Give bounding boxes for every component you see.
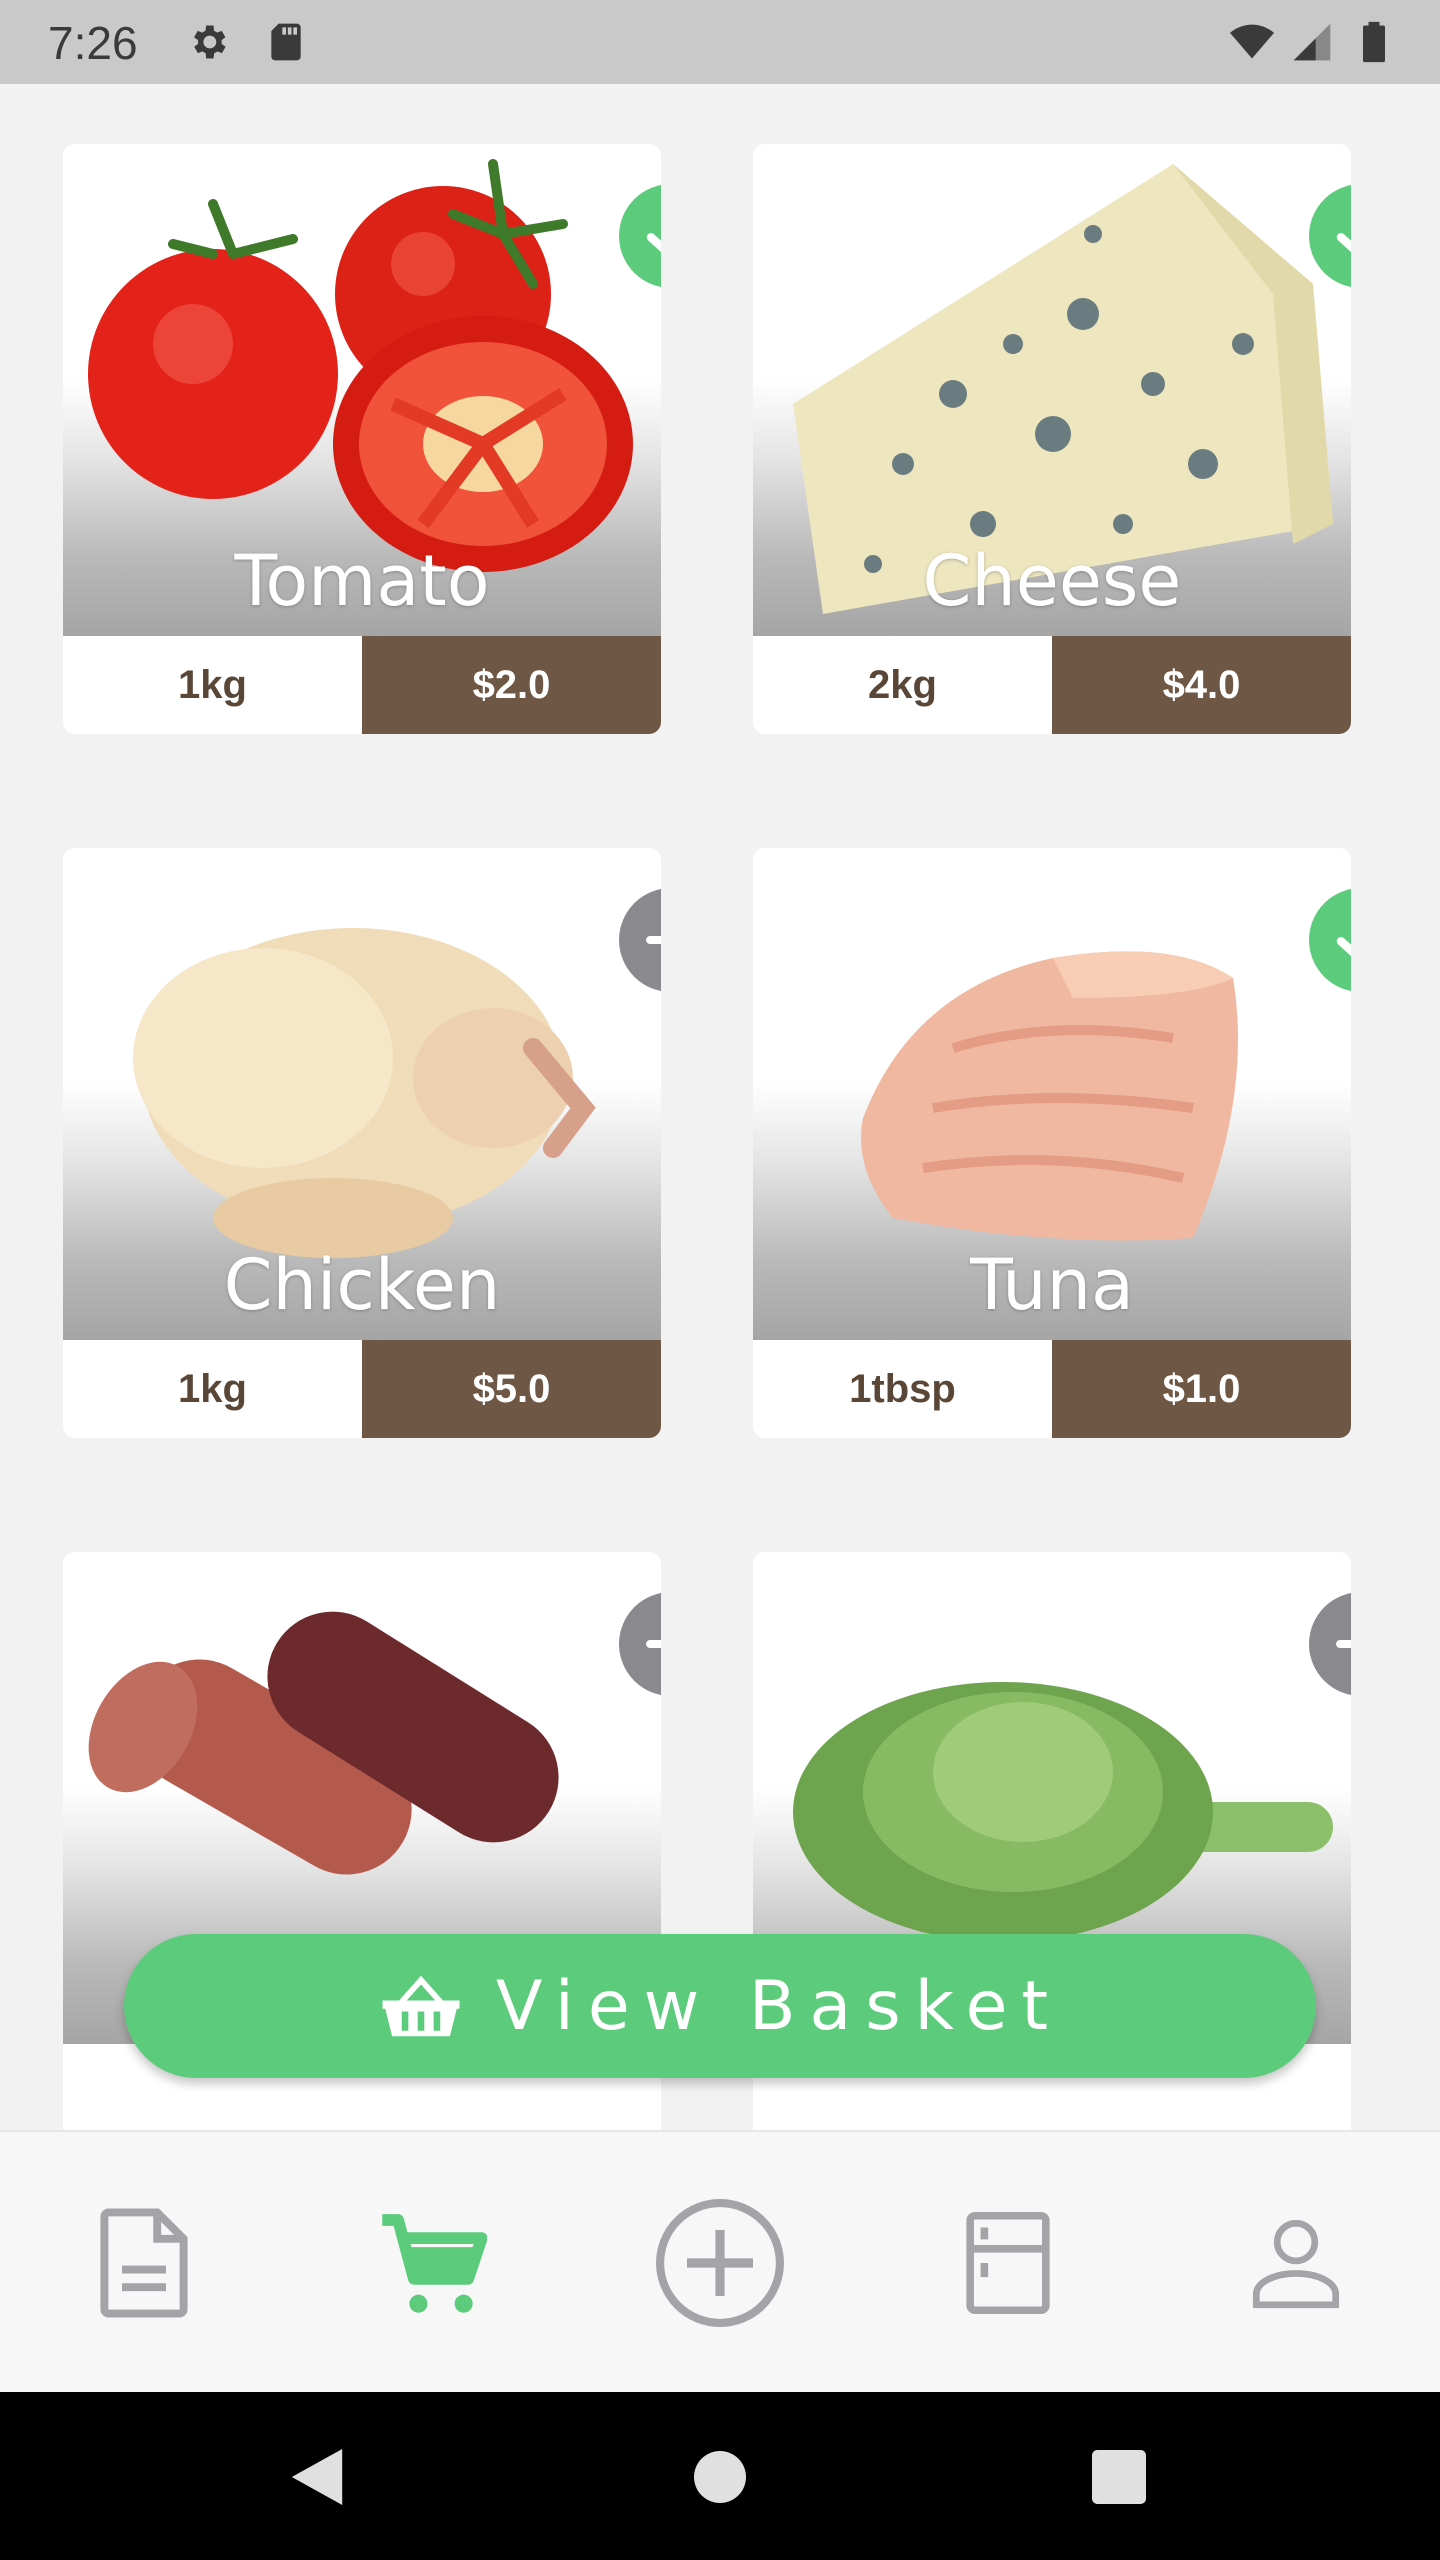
product-quantity: 1tbsp [753, 1340, 1052, 1438]
cell-signal-icon [1293, 23, 1331, 61]
home-button[interactable] [675, 2432, 765, 2522]
product-card-cheese[interactable]: Cheese 2kg $4.0 [753, 144, 1351, 734]
recents-button[interactable] [1074, 2432, 1164, 2522]
basket-icon [382, 1975, 460, 2037]
plus-icon [1336, 1640, 1351, 1648]
product-card-chicken[interactable]: Chicken 1kg $5.0 [63, 848, 661, 1438]
check-mark-icon [1336, 937, 1351, 957]
plus-icon [646, 1640, 661, 1648]
product-card-tomato[interactable]: Tomato 1kg $2.0 [63, 144, 661, 734]
sd-card-icon [271, 23, 301, 61]
view-basket-button[interactable]: View Basket [124, 1934, 1316, 2078]
product-quantity: 1kg [63, 1340, 362, 1438]
settings-icon [194, 25, 226, 59]
nav-cart[interactable] [288, 2132, 576, 2394]
nav-add[interactable] [576, 2132, 864, 2394]
product-price: $4.0 [1052, 636, 1351, 734]
system-navigation-bar [0, 2392, 1440, 2560]
product-name: Tomato [234, 540, 490, 622]
battery-icon [1363, 21, 1385, 63]
nav-fridge[interactable] [864, 2132, 1152, 2394]
bottom-navigation [0, 2130, 1440, 2394]
wifi-icon [1230, 24, 1274, 59]
check-mark-icon [1336, 233, 1351, 253]
check-mark-icon [646, 233, 661, 253]
status-bar: 7:26 [0, 0, 1440, 84]
product-grid: Tomato 1kg $2.0 Cheese 2kg $4.0 Chicken … [0, 84, 1440, 2130]
cart-icon [382, 2214, 487, 2313]
product-name: Cheese [922, 540, 1182, 622]
product-quantity: 2kg [753, 636, 1052, 734]
product-price: $2.0 [362, 636, 661, 734]
nav-documents[interactable] [0, 2132, 288, 2394]
product-quantity: 1kg [63, 636, 362, 734]
plus-icon [646, 936, 661, 944]
product-name: Chicken [223, 1244, 501, 1326]
view-basket-label: View Basket [495, 1966, 1063, 2046]
profile-icon [1252, 2219, 1340, 2309]
home-circle-icon [694, 2451, 746, 2503]
product-name: Tuna [970, 1244, 1134, 1326]
status-time: 7:26 [48, 17, 138, 69]
back-button[interactable] [272, 2432, 362, 2522]
product-price: $1.0 [1052, 1340, 1351, 1438]
back-triangle-icon [291, 2449, 343, 2505]
document-icon [100, 2208, 188, 2318]
product-price: $5.0 [362, 1340, 661, 1438]
add-circle-icon [656, 2199, 784, 2327]
fridge-icon [966, 2211, 1050, 2315]
nav-profile[interactable] [1152, 2132, 1440, 2394]
product-card-tuna[interactable]: Tuna 1tbsp $1.0 [753, 848, 1351, 1438]
recents-square-icon [1092, 2450, 1146, 2504]
